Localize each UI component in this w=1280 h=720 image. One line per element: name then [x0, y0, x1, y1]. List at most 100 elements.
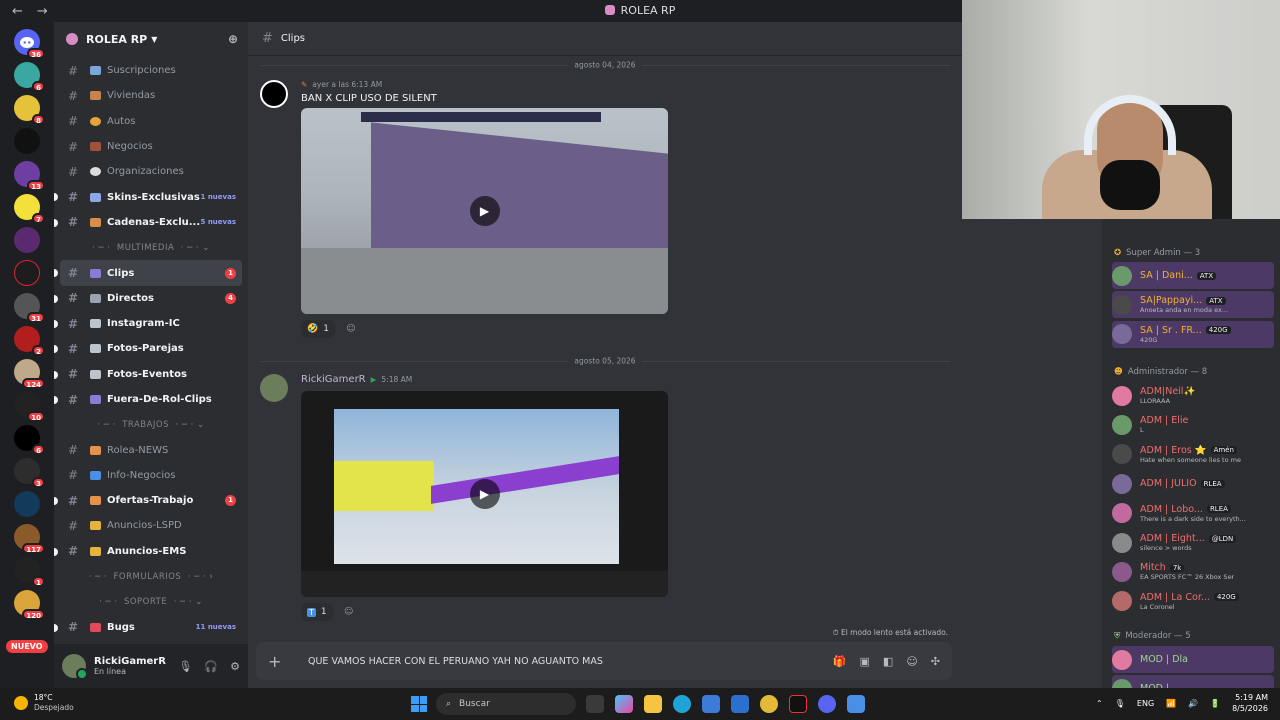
member-row[interactable]: MOD | Dla — [1112, 646, 1274, 673]
server-icon-9[interactable]: 2 — [14, 326, 45, 356]
category-formularios[interactable]: · ─ · FORMULARIOS · ─ · › — [60, 564, 242, 589]
clock[interactable]: 5:19 AM 8/5/2026 — [1232, 692, 1268, 714]
server-icon-1[interactable]: 6 — [14, 62, 45, 92]
invite-people-icon[interactable]: ⊕ — [228, 32, 238, 46]
microphone-icon[interactable]: 🎙 — [178, 660, 192, 673]
attach-plus-icon[interactable]: + — [268, 652, 298, 671]
server-icon-2[interactable]: 8 — [14, 95, 45, 125]
channel-directos[interactable]: # Directos 4 — [54, 286, 242, 311]
member-row[interactable]: ADM | JULIO RLEA — [1112, 470, 1274, 497]
volume-icon[interactable]: 🔊 — [1188, 699, 1198, 708]
member-row[interactable]: ADM | Elie L — [1112, 411, 1274, 438]
channel-viviendas[interactable]: # Viviendas — [60, 83, 242, 108]
server-icon-7[interactable] — [14, 260, 40, 286]
chrome-icon[interactable] — [760, 695, 778, 713]
member-row[interactable]: Mitch 7k EA SPORTS FC™ 26 Xbox Ser — [1112, 558, 1274, 585]
channel-fuera-de-rol-clips[interactable]: # Fuera-De-Rol-Clips — [54, 387, 242, 412]
channel-anuncios-ems[interactable]: # Anuncios-EMS — [54, 539, 242, 564]
taskview-icon[interactable] — [586, 695, 604, 713]
video-attachment[interactable]: ▶ — [301, 108, 668, 314]
server-icon-rolea[interactable]: 13 — [14, 161, 45, 191]
reaction-t[interactable]: T1 — [301, 603, 333, 621]
add-reaction-button[interactable]: ☺ — [341, 320, 361, 338]
sticker-icon[interactable]: ◧ — [883, 655, 893, 668]
member-row[interactable]: ADM | Eros ⭐ Amén Hate when someone lies t… — [1112, 441, 1274, 468]
server-icon-10[interactable]: 124 — [14, 359, 45, 389]
server-icon-3[interactable] — [14, 128, 40, 154]
channel-autos[interactable]: # Autos — [60, 109, 242, 134]
server-icon-14[interactable] — [14, 491, 40, 517]
edge-icon[interactable] — [673, 695, 691, 713]
channel-info-negocios[interactable]: # Info-Negocios — [60, 463, 242, 488]
member-row[interactable]: MOD | ... — [1112, 675, 1274, 688]
channel-suscripciones[interactable]: # Suscripciones — [60, 58, 242, 83]
hash-icon: # — [68, 341, 79, 356]
gif-icon[interactable]: ▣ — [860, 655, 870, 668]
taskbar-search[interactable]: ⌕ Buscar — [436, 693, 576, 715]
server-header[interactable]: ROLEA RP ▼ ⊕ — [54, 22, 248, 56]
battery-icon[interactable]: 🔋 — [1210, 699, 1220, 708]
category-multimedia[interactable]: · ─ · MULTIMEDIA · ─ · ⌄ — [60, 235, 242, 260]
channel-bugs[interactable]: # Bugs 11 nuevas — [54, 615, 242, 640]
video-attachment[interactable]: ▶ — [301, 391, 668, 597]
start-button[interactable] — [411, 696, 427, 712]
channel-skins-exclusivas[interactable]: # Skins-Exclusivas 1 nuevas — [54, 184, 242, 209]
channel-rolea-news[interactable]: # Rolea-NEWS — [60, 437, 242, 462]
direct-messages-button[interactable]: 36 — [14, 29, 45, 59]
wifi-icon[interactable]: 📶 — [1166, 699, 1176, 708]
server-icon-6[interactable] — [14, 227, 40, 253]
message-author[interactable]: RickiGamerR — [301, 374, 366, 385]
tiktok-icon[interactable] — [789, 695, 807, 713]
server-icon-17[interactable]: 120 — [14, 590, 45, 620]
channel-fotos-eventos[interactable]: # Fotos-Eventos — [54, 362, 242, 387]
member-row[interactable]: ADM | Eight... @LDN silence > words — [1112, 529, 1274, 556]
server-icon-5[interactable]: 7 — [14, 194, 45, 224]
file-explorer-icon[interactable] — [644, 695, 662, 713]
discord-icon[interactable] — [818, 695, 836, 713]
server-icon-16[interactable]: 1 — [14, 557, 45, 587]
microphone-icon[interactable]: 🎙 — [1115, 699, 1125, 708]
channel-fotos-parejas[interactable]: # Fotos-Parejas — [54, 336, 242, 361]
snipping-icon[interactable] — [847, 695, 865, 713]
chevron-up-icon[interactable]: ⌃ — [1096, 699, 1103, 708]
play-button[interactable]: ▶ — [469, 196, 500, 226]
reaction-laugh[interactable]: 🤣 1 — [301, 320, 335, 338]
category-soporte[interactable]: · ─ · SOPORTE · ─ · ⌄ — [60, 589, 242, 614]
gift-icon[interactable]: 🎁 — [833, 655, 847, 668]
avatar[interactable] — [62, 654, 88, 680]
channel-anuncios-lspd[interactable]: # Anuncios-LSPD — [60, 513, 242, 538]
channel-clips[interactable]: # Clips 1 — [54, 260, 242, 286]
headphones-icon[interactable]: 🎧 — [204, 660, 218, 673]
copilot-icon[interactable] — [615, 695, 633, 713]
channel-negocios[interactable]: # Negocios — [60, 134, 242, 159]
channel-organizaciones[interactable]: # Organizaciones — [60, 159, 242, 184]
emoji-icon[interactable]: ☺ — [906, 655, 917, 668]
store-icon[interactable] — [702, 695, 720, 713]
channel-ofertas-trabajo[interactable]: # Ofertas-Trabajo 1 — [54, 488, 242, 513]
server-icon-11[interactable]: 10 — [14, 392, 45, 422]
add-reaction-button[interactable]: ☺ — [339, 603, 359, 621]
member-row[interactable]: ADM|Neil✨ LLORAAA — [1112, 382, 1274, 409]
category-trabajos[interactable]: · ─ · TRABAJOS · ─ · ⌄ — [60, 412, 242, 437]
channel-cadenas-exclusivas[interactable]: # Cadenas-Exclu... 5 nuevas — [54, 210, 242, 235]
channel-instagram-ic[interactable]: # Instagram-IC — [54, 311, 242, 336]
message-input[interactable]: QUE VAMOS HACER CON EL PERUANO YAH NO AG… — [308, 656, 603, 667]
server-icon-8[interactable]: 31 — [14, 293, 45, 323]
weather-widget[interactable]: 18°C Despejado — [14, 693, 74, 713]
server-icon-13[interactable]: 3 — [14, 458, 45, 488]
server-icon-12[interactable]: 6 — [14, 425, 45, 455]
member-row[interactable]: ADM | La Cor... 420G La Coronel — [1112, 588, 1274, 615]
member-row[interactable]: SA | Sr . FR... 420G 420G — [1112, 320, 1274, 348]
member-row[interactable]: ADM | Lobo... RLEA There is a dark side to… — [1112, 500, 1274, 527]
avatar[interactable] — [260, 374, 288, 402]
gear-icon[interactable]: ⚙ — [230, 660, 240, 673]
avatar[interactable] — [260, 80, 288, 108]
play-button[interactable]: ▶ — [469, 479, 500, 509]
member-row[interactable]: SA | Dani... ATX — [1112, 262, 1274, 289]
outlook-icon[interactable] — [731, 695, 749, 713]
server-icon-15[interactable]: 117 — [14, 524, 45, 554]
apps-icon[interactable]: ✣ — [931, 655, 940, 668]
laugh-emoji-icon: 🤣 — [307, 324, 319, 334]
language-indicator[interactable]: ENG — [1137, 699, 1154, 708]
member-row[interactable]: SA|Pappayi... ATX Anoeta anda en moda ex..… — [1112, 291, 1274, 319]
